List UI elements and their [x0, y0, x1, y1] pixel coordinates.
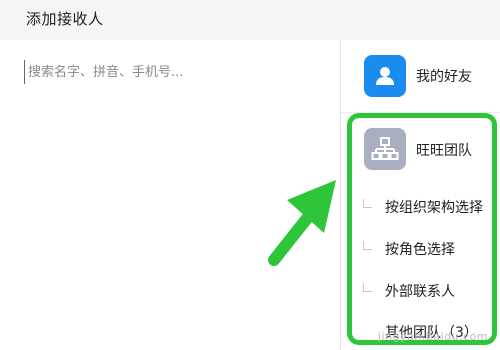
team-option-label: 按组织架构选择 [385, 200, 483, 216]
sidebar-item-label: 旺旺团队 [416, 143, 472, 159]
watermark: jingyan.baidu.com [378, 330, 489, 343]
team-option-label: 外部联系人 [385, 284, 455, 300]
tree-connector [363, 241, 372, 250]
sidebar-item-my-friends[interactable]: 我的好友 [341, 44, 500, 108]
team-option-external-contacts[interactable]: 外部联系人 [341, 277, 500, 309]
tree-connector [363, 199, 372, 208]
sidebar-item-label: 我的好友 [416, 69, 472, 85]
search-input[interactable] [24, 60, 328, 84]
sidebar-item-team[interactable]: 旺旺团队 [341, 118, 500, 178]
dialog-header: 添加接收人 [0, 0, 500, 40]
team-option-by-org-structure[interactable]: 按组织架构选择 [341, 193, 500, 225]
team-option-by-role[interactable]: 按角色选择 [341, 235, 500, 267]
dialog-title: 添加接收人 [26, 10, 104, 28]
team-option-label: 按角色选择 [385, 242, 455, 258]
add-recipient-dialog: 添加接收人 我的好友 旺旺团队 按组织架构选择 [0, 0, 500, 350]
user-icon [364, 55, 406, 97]
tree-connector [363, 283, 372, 292]
org-chart-icon [364, 128, 406, 170]
section-divider [341, 112, 500, 113]
search-panel [0, 40, 340, 350]
